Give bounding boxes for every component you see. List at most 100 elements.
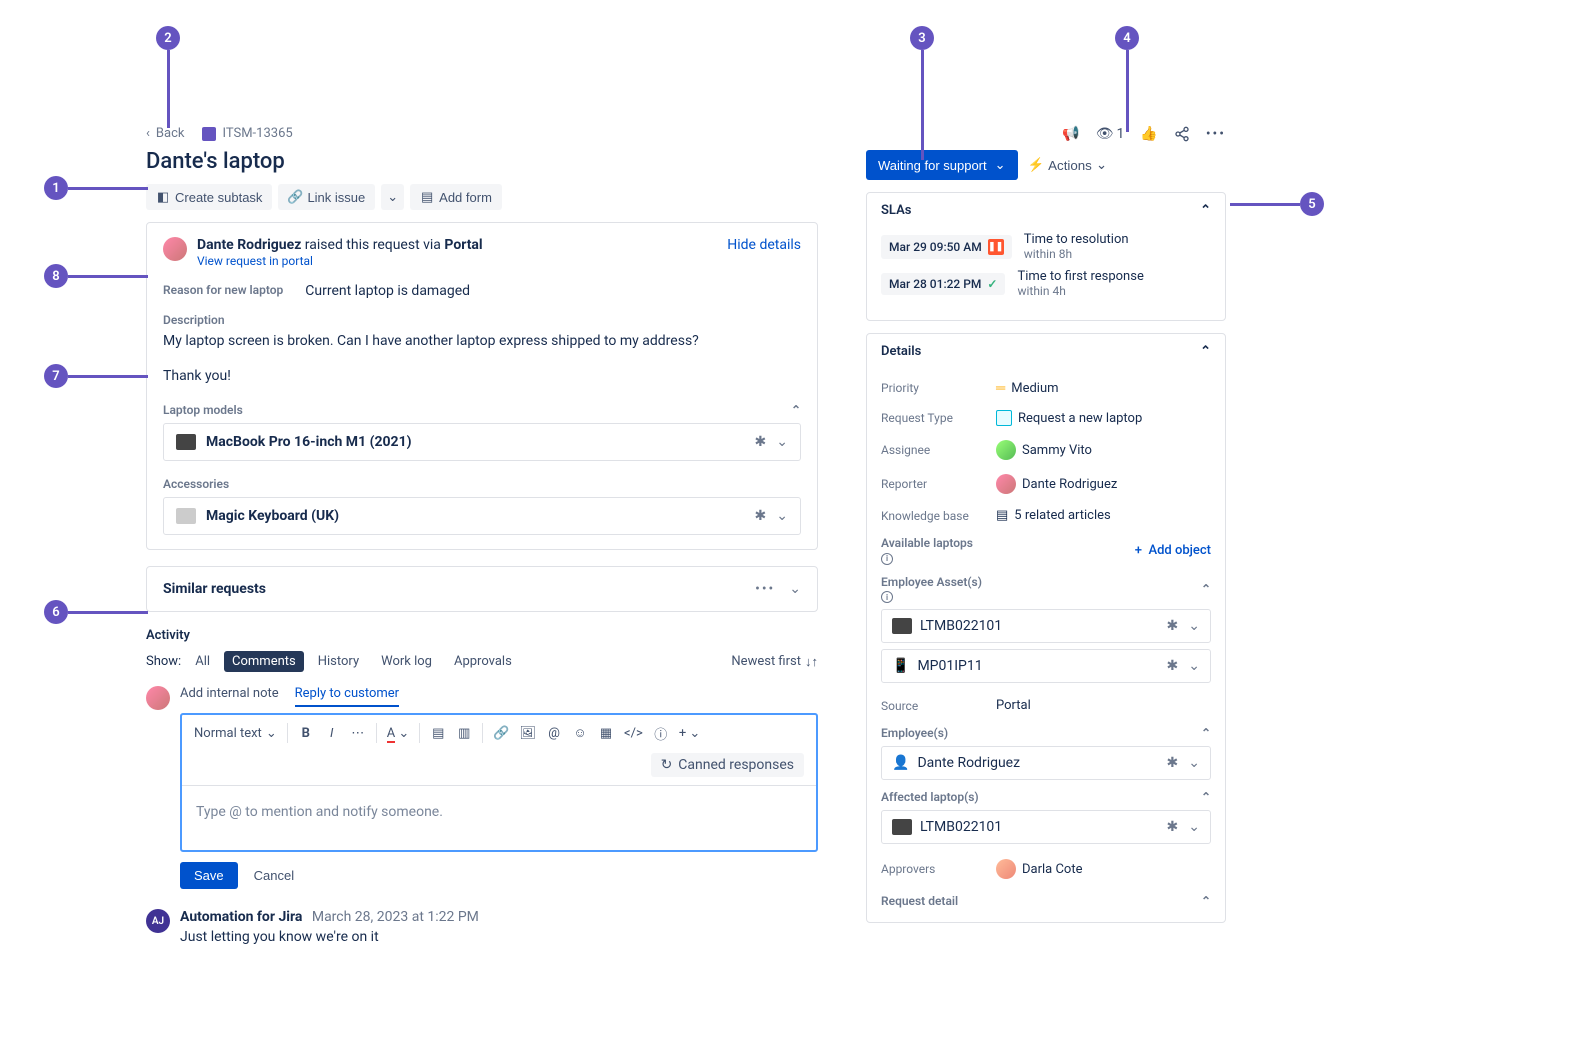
tab-history[interactable]: History (310, 651, 367, 672)
lightning-icon: ⚡ (1028, 157, 1045, 173)
add-form-button[interactable]: ▤ Add form (410, 184, 502, 210)
chevron-up-icon[interactable]: ⌃ (1201, 726, 1211, 740)
graph-icon[interactable]: ✱ (1167, 618, 1179, 634)
eye-icon: 👁 (1096, 126, 1114, 142)
chevron-up-icon[interactable]: ⌃ (1201, 894, 1211, 908)
refresh-icon: ↻ (661, 757, 673, 773)
affected-laptop-card[interactable]: LTMB022101 ✱⌄ (881, 810, 1211, 844)
reporter-value[interactable]: Dante Rodriguez (1022, 477, 1117, 492)
status-dropdown[interactable]: Waiting for support ⌄ (866, 150, 1018, 180)
comment-textarea[interactable]: Type @ to mention and notify someone. (182, 786, 816, 850)
feedback-icon[interactable]: 📢 (1062, 126, 1079, 142)
laptop-item-card[interactable]: MacBook Pro 16-inch M1 (2021) ✱ ⌄ (163, 423, 801, 461)
vote-button[interactable]: 👍 (1140, 126, 1157, 142)
description-label: Description (163, 313, 801, 327)
chevron-down-icon[interactable]: ⌄ (1188, 755, 1200, 771)
mention-button[interactable]: @ (546, 726, 562, 741)
share-button[interactable] (1174, 126, 1190, 142)
chevron-up-icon[interactable]: ⌃ (1200, 344, 1211, 359)
chevron-down-icon[interactable]: ⌄ (1188, 658, 1200, 674)
asset-card[interactable]: LTMB022101 ✱⌄ (881, 609, 1211, 643)
code-button[interactable]: </> (624, 726, 643, 741)
current-user-avatar (146, 686, 170, 710)
link-icon: 🔗 (288, 190, 302, 204)
chevron-down-icon[interactable]: ⌄ (776, 434, 788, 450)
details-heading: Details (881, 344, 921, 359)
chevron-up-icon[interactable]: ⌃ (1201, 790, 1211, 804)
emoji-button[interactable]: ☺ (572, 725, 588, 741)
actions-menu[interactable]: ⚡ Actions ⌄ (1028, 157, 1108, 173)
text-style-select[interactable]: Normal text ⌄ (194, 726, 277, 741)
add-object-button[interactable]: + Add object (1135, 543, 1211, 558)
more-icon[interactable]: ••• (755, 581, 775, 597)
save-button[interactable]: Save (180, 862, 238, 889)
chevron-up-icon[interactable]: ⌃ (1200, 203, 1211, 218)
info-panel-button[interactable]: ⓘ (653, 724, 669, 743)
issue-key-link[interactable]: ITSM-13365 (222, 126, 292, 141)
asset-card[interactable]: 📱MP01IP11 ✱⌄ (881, 649, 1211, 683)
view-in-portal-link[interactable]: View request in portal (197, 254, 313, 268)
back-link[interactable]: Back (156, 126, 185, 141)
assignee-value[interactable]: Sammy Vito (1022, 443, 1092, 458)
graph-icon[interactable]: ✱ (755, 508, 767, 524)
link-button[interactable]: 🔗 (493, 726, 509, 741)
chevron-down-icon[interactable]: ⌄ (1188, 618, 1200, 634)
number-list-button[interactable]: ▥ (456, 726, 472, 741)
canned-responses-button[interactable]: ↻ Canned responses (651, 753, 804, 777)
activity-entry: AJ Automation for Jira March 28, 2023 at… (146, 909, 818, 945)
bullet-list-button[interactable]: ▤ (430, 726, 446, 741)
kb-label: Knowledge base (881, 509, 996, 523)
more-actions-icon[interactable]: ••• (1206, 126, 1226, 142)
activity-tabs: Show: All Comments History Work log Appr… (146, 651, 818, 672)
chevron-down-icon[interactable]: ⌄ (776, 508, 788, 524)
graph-icon[interactable]: ✱ (1167, 755, 1179, 771)
sla-row: Mar 28 01:22 PM ✓ Time to first response… (881, 269, 1211, 298)
check-icon: ✓ (987, 277, 997, 291)
bold-button[interactable]: B (298, 726, 314, 741)
chevron-down-icon[interactable]: ⌄ (789, 581, 801, 597)
tab-comments[interactable]: Comments (224, 651, 304, 672)
employee-card[interactable]: 👤Dante Rodriguez ✱⌄ (881, 746, 1211, 780)
text-color-button[interactable]: A ⌄ (387, 726, 410, 741)
tab-worklog[interactable]: Work log (373, 651, 440, 672)
italic-button[interactable]: I (324, 726, 340, 741)
table-button[interactable]: ▦ (598, 726, 614, 741)
graph-icon[interactable]: ✱ (1167, 819, 1179, 835)
tab-all[interactable]: All (187, 651, 218, 672)
image-button[interactable]: 🖼 (520, 726, 537, 741)
callout-7: 7 (44, 364, 148, 388)
create-subtask-button[interactable]: ◧ Create subtask (146, 184, 272, 210)
graph-icon[interactable]: ✱ (1167, 658, 1179, 674)
reply-to-customer-tab[interactable]: Reply to customer (295, 686, 399, 707)
approvers-value[interactable]: Darla Cote (1022, 862, 1083, 877)
hide-details-link[interactable]: Hide details (727, 237, 801, 253)
tab-approvals[interactable]: Approvals (446, 651, 520, 672)
sort-toggle[interactable]: Newest first ↓↑ (731, 654, 818, 670)
insert-more-button[interactable]: + ⌄ (679, 726, 701, 741)
callout-1: 1 (44, 176, 148, 200)
info-icon[interactable]: i (881, 553, 893, 565)
reason-label: Reason for new laptop (163, 283, 283, 299)
more-formatting-button[interactable]: ⋯ (350, 726, 366, 741)
link-issue-dropdown[interactable]: ⌄ (381, 184, 404, 210)
kb-value[interactable]: 5 related articles (1014, 508, 1110, 523)
request-type-value[interactable]: Request a new laptop (1018, 411, 1142, 426)
link-issue-button[interactable]: 🔗 Link issue (278, 184, 375, 210)
activity-heading: Activity (146, 628, 818, 643)
chevron-up-icon[interactable]: ⌃ (791, 403, 801, 417)
priority-value[interactable]: Medium (1011, 381, 1058, 396)
cancel-button[interactable]: Cancel (246, 862, 302, 889)
accessory-item-card[interactable]: Magic Keyboard (UK) ✱ ⌄ (163, 497, 801, 535)
chevron-up-icon[interactable]: ⌃ (1201, 582, 1211, 596)
source-value: Portal (996, 698, 1031, 713)
chevron-down-icon[interactable]: ⌄ (1188, 819, 1200, 835)
assignee-label: Assignee (881, 443, 996, 457)
add-internal-note-tab[interactable]: Add internal note (180, 686, 279, 707)
priority-medium-icon: ═ (996, 380, 1005, 396)
callout-3: 3 (910, 26, 934, 160)
chevron-left-icon[interactable]: ‹ (146, 126, 150, 141)
graph-icon[interactable]: ✱ (755, 434, 767, 450)
info-icon[interactable]: i (881, 591, 893, 603)
reporter-avatar (163, 237, 187, 261)
sla-panel: SLAs ⌃ Mar 29 09:50 AM ❚❚ Time to resolu… (866, 192, 1226, 321)
